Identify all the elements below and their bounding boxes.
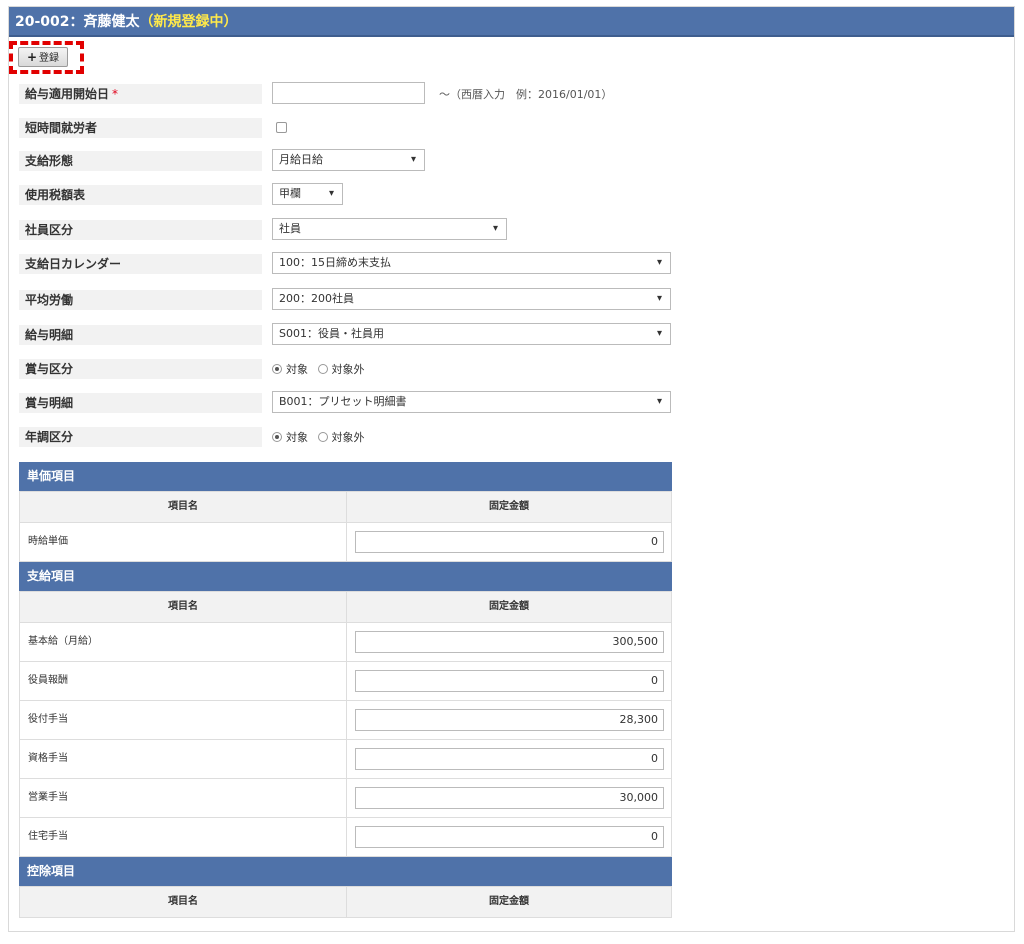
payment-type-select[interactable]: 月給日給 ▾	[272, 149, 425, 171]
unit-price-column-header: 項目名 固定金額	[19, 491, 672, 523]
chevron-down-icon: ▾	[656, 257, 662, 268]
row-short-time-worker: 短時間就労者	[19, 118, 819, 138]
employee-class-select[interactable]: 社員 ▾	[272, 218, 507, 240]
year-end-class-radio-on[interactable]	[272, 432, 282, 442]
table-row: 役付手当 28,300	[19, 701, 672, 740]
row-item-name: 役付手当	[28, 714, 68, 725]
row-item-name: 住宅手当	[28, 831, 68, 842]
row-item-name: 役員報酬	[28, 675, 68, 686]
short-time-worker-checkbox[interactable]	[276, 122, 287, 133]
chevron-down-icon: ▾	[410, 154, 416, 165]
bonus-class-on-label: 対象	[286, 363, 308, 376]
bonus-statement-value: B001：プリセット明細書	[279, 395, 407, 408]
start-date-input[interactable]	[272, 82, 425, 104]
row-item-name: 営業手当	[28, 792, 68, 803]
employee-title: 20-002：斉藤健太	[15, 14, 140, 30]
average-labor-label: 平均労働	[19, 290, 262, 310]
table-row: 基本給（月給） 300,500	[19, 623, 672, 662]
amount-input[interactable]: 28,300	[355, 709, 664, 731]
amount-input[interactable]: 0	[355, 531, 664, 553]
table-row: 資格手当 0	[19, 740, 672, 779]
row-pay-statement: 給与明細 S001：役員・社員用 ▾	[19, 323, 819, 345]
bonus-class-label: 賞与区分	[19, 359, 262, 379]
register-button-highlight	[9, 41, 84, 74]
row-item-name: 基本給（月給）	[28, 636, 98, 647]
amount-input[interactable]: 0	[355, 748, 664, 770]
row-average-labor: 平均労働 200：200社員 ▾	[19, 288, 819, 310]
pay-calendar-select[interactable]: 100：15日締め末支払 ▾	[272, 252, 671, 274]
col-fixed-amount: 固定金額	[489, 896, 529, 907]
row-start-date: 給与適用開始日 * ～（西暦入力 例：2016/01/01）	[19, 82, 819, 104]
chevron-down-icon: ▾	[656, 328, 662, 339]
start-date-label: 給与適用開始日 *	[19, 84, 262, 104]
payment-type-label: 支給形態	[19, 151, 262, 171]
tax-table-label: 使用税額表	[19, 185, 262, 205]
row-item-name: 時給単価	[28, 536, 68, 547]
year-end-class-label: 年調区分	[19, 427, 262, 447]
bonus-statement-label: 賞与明細	[19, 393, 262, 413]
row-employee-class: 社員区分 社員 ▾	[19, 218, 819, 240]
year-end-class-radio-off[interactable]	[317, 432, 328, 442]
row-item-name: 資格手当	[28, 753, 68, 764]
amount-input[interactable]: 0	[355, 826, 664, 848]
average-labor-value: 200：200社員	[279, 292, 354, 305]
bonus-class-radio-off[interactable]	[317, 364, 328, 374]
section-payments: 支給項目	[19, 562, 672, 591]
bonus-class-radios: 対象 対象外	[272, 361, 371, 377]
row-payment-type: 支給形態 月給日給 ▾	[19, 149, 819, 171]
chevron-down-icon: ▾	[328, 188, 334, 199]
amount-input[interactable]: 300,500	[355, 631, 664, 653]
bonus-class-radio-on[interactable]	[272, 364, 282, 374]
start-date-hint: ～（西暦入力 例：2016/01/01）	[439, 88, 613, 101]
amount-input[interactable]: 30,000	[355, 787, 664, 809]
section-deductions: 控除項目	[19, 857, 672, 886]
col-fixed-amount: 固定金額	[489, 601, 529, 612]
employee-class-label: 社員区分	[19, 220, 262, 240]
year-end-class-on-label: 対象	[286, 431, 308, 444]
row-bonus-class: 賞与区分 対象 対象外	[19, 359, 819, 379]
table-row: 役員報酬 0	[19, 662, 672, 701]
col-item-name: 項目名	[20, 887, 347, 917]
col-fixed-amount: 固定金額	[489, 501, 529, 512]
section-unit-price: 単価項目	[19, 462, 672, 491]
col-item-name: 項目名	[20, 492, 347, 522]
pay-statement-select[interactable]: S001：役員・社員用 ▾	[272, 323, 671, 345]
panel-title-bar: 20-002：斉藤健太（新規登録中）	[9, 7, 1014, 37]
pay-calendar-value: 100：15日締め末支払	[279, 256, 391, 269]
tax-table-select[interactable]: 甲欄 ▾	[272, 183, 343, 205]
registration-status: （新規登録中）	[139, 14, 238, 30]
chevron-down-icon: ▾	[656, 396, 662, 407]
row-pay-calendar: 支給日カレンダー 100：15日締め末支払 ▾	[19, 252, 819, 274]
pay-statement-value: S001：役員・社員用	[279, 327, 384, 340]
year-end-class-radios: 対象 対象外	[272, 429, 371, 445]
bonus-statement-select[interactable]: B001：プリセット明細書 ▾	[272, 391, 671, 413]
chevron-down-icon: ▾	[492, 223, 498, 234]
average-labor-select[interactable]: 200：200社員 ▾	[272, 288, 671, 310]
payroll-form-panel: 20-002：斉藤健太（新規登録中） + 登録 給与適用開始日 * ～（西暦入力 例…	[8, 6, 1015, 932]
table-row: 住宅手当 0	[19, 818, 672, 857]
tax-table-value: 甲欄	[279, 187, 301, 200]
year-end-class-off-label: 対象外	[331, 431, 365, 444]
short-time-worker-label: 短時間就労者	[19, 118, 262, 138]
payments-column-header: 項目名 固定金額	[19, 591, 672, 623]
row-tax-table: 使用税額表 甲欄 ▾	[19, 183, 819, 205]
pay-statement-label: 給与明細	[19, 325, 262, 345]
col-item-name: 項目名	[20, 592, 347, 622]
employee-class-value: 社員	[279, 222, 301, 235]
payment-type-value: 月給日給	[279, 153, 323, 166]
table-row: 時給単価 0	[19, 523, 672, 562]
table-row: 営業手当 30,000	[19, 779, 672, 818]
pay-calendar-label: 支給日カレンダー	[19, 254, 262, 274]
deductions-column-header: 項目名 固定金額	[19, 886, 672, 918]
required-mark: *	[112, 87, 119, 101]
amount-input[interactable]: 0	[355, 670, 664, 692]
row-bonus-statement: 賞与明細 B001：プリセット明細書 ▾	[19, 391, 819, 413]
row-year-end-class: 年調区分 対象 対象外	[19, 427, 819, 447]
bonus-class-off-label: 対象外	[331, 363, 365, 376]
chevron-down-icon: ▾	[656, 293, 662, 304]
